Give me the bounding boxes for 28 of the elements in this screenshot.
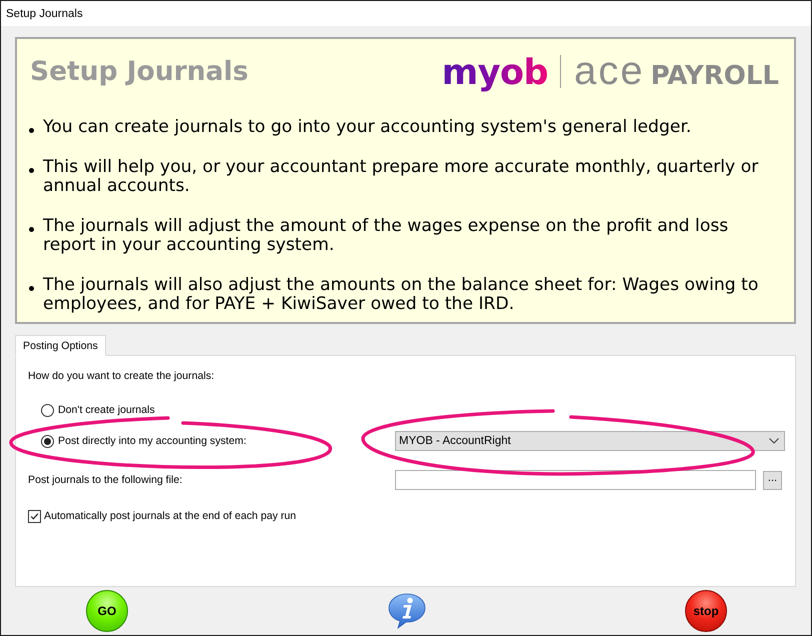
bullet-text: The journals will also adjust the amounts on the balance sheet for: Wages owing to employees, and for PAYE + KiwiSaver owed to the IRD.	[43, 276, 760, 314]
logo-product-text: ace	[574, 48, 645, 94]
bullet-icon	[29, 168, 34, 172]
page-title: Setup Journals	[30, 56, 248, 86]
bullet-text: You can create journals to go into your accounting system's general ledger.	[43, 118, 692, 138]
bullet-text: This will help you, or your accountant prepare more accurate monthly, quarterly or annual accounts.	[43, 158, 760, 196]
checkbox-label: Automatically post journals at the end of each pay run	[44, 510, 296, 522]
checkbox[interactable]	[28, 510, 41, 522]
tab[interactable]: Posting Options	[15, 335, 106, 356]
radio-button[interactable]	[41, 434, 54, 448]
question-text: How do you want to create the journals:	[28, 370, 214, 382]
file-path-field[interactable]	[395, 470, 756, 490]
browse-button[interactable]: ...	[763, 470, 782, 490]
radio-label: Post directly into my accounting system:	[58, 435, 246, 447]
system-dropdown[interactable]: MYOB - AccountRight	[395, 431, 785, 451]
go-button[interactable]: GO	[86, 590, 128, 632]
caret-icon	[769, 438, 779, 444]
radio-button[interactable]	[41, 404, 54, 416]
bullet-icon	[29, 286, 34, 290]
bullet-text: The journals will adjust the amount of the wages expense on the profit and loss report in your accounting system.	[43, 216, 730, 256]
bullet-icon	[29, 128, 34, 133]
file-label: Post journals to the following file:	[28, 474, 184, 486]
stop-button[interactable]: stop	[685, 590, 727, 632]
bullet-icon	[29, 226, 34, 232]
info-icon[interactable]	[388, 593, 426, 629]
window-title: Setup Journals	[6, 8, 83, 20]
radio-label: Don't create journals	[58, 404, 155, 416]
logo-product-text: PAYROLL	[650, 60, 779, 90]
